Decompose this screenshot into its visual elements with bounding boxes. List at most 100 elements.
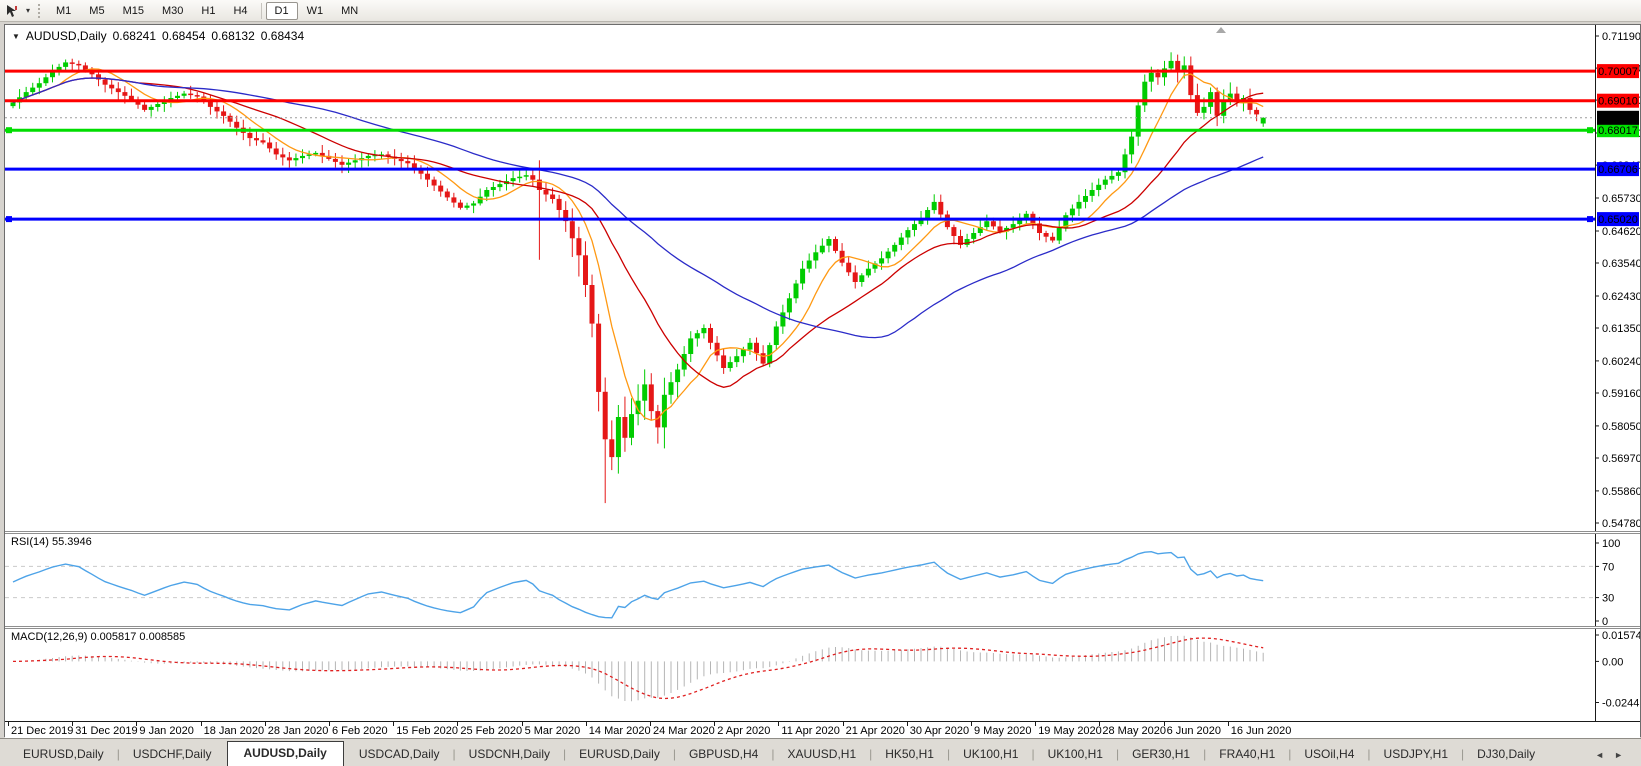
timeframe-button-m30[interactable]: M30 xyxy=(153,2,192,20)
chart-tab-bar: EURUSD,Daily | USDCHF,Daily AUDUSD,Daily USD… xyxy=(0,738,1641,766)
macd-tick-label: 0.015741 xyxy=(1602,630,1640,642)
crosshair-tool-button[interactable] xyxy=(2,2,22,20)
tab-usdcnh-daily[interactable]: USDCNH,Daily xyxy=(456,743,563,766)
chart-cursor-icon xyxy=(7,4,17,17)
timeframe-button-w1[interactable]: W1 xyxy=(298,2,333,20)
tab-scroll-arrows: ◄► xyxy=(1595,750,1633,760)
price-label-text: 0.70007 xyxy=(1598,66,1638,78)
time-axis-tick xyxy=(585,722,587,726)
time-axis-tick xyxy=(393,722,395,726)
tool-dropdown-caret-icon[interactable]: ▾ xyxy=(22,6,34,15)
time-axis-tick xyxy=(1035,722,1037,726)
toolbar-grip-handle[interactable] xyxy=(38,3,40,18)
time-axis-tick xyxy=(1163,722,1165,726)
line-handle[interactable] xyxy=(6,127,12,134)
price-tick-label: 0.56970 xyxy=(1602,453,1640,465)
line-handle[interactable] xyxy=(1587,216,1593,223)
top-toolbar: ▾ M1 M5 M15 M30 H1 H4 D1 W1 MN xyxy=(0,0,1641,22)
tab-usdchf-daily[interactable]: USDCHF,Daily xyxy=(120,743,225,766)
price-tick-label: 0.60240 xyxy=(1602,356,1640,368)
chart-title: ▼ AUDUSD,Daily 0.68241 0.68454 0.68132 0… xyxy=(12,29,310,43)
rsi-tick-label: 30 xyxy=(1602,593,1614,605)
ohlc-close-value: 0.68434 xyxy=(260,29,305,43)
timeframe-button-m15[interactable]: M15 xyxy=(114,2,153,20)
macd-indicator-panel[interactable]: 0.015741 0.00 -0.024412 MACD(12,26,9) 0.00… xyxy=(5,629,1640,721)
time-axis-label: 25 Feb 2020 xyxy=(460,725,523,737)
timeframe-button-m5[interactable]: M5 xyxy=(80,2,113,20)
time-axis-label: 21 Dec 2019 xyxy=(11,725,74,737)
macd-tick-label: 0.00 xyxy=(1602,656,1623,668)
timeframe-button-d1[interactable]: D1 xyxy=(265,1,298,20)
price-tick-label: 0.65730 xyxy=(1602,193,1640,205)
chart-collapse-icon[interactable]: ▼ xyxy=(12,32,20,41)
price-tick-label: 0.64620 xyxy=(1602,226,1640,238)
tab-usoil-h4[interactable]: USOil,H4 xyxy=(1291,743,1367,766)
time-axis-label: 14 Mar 2020 xyxy=(588,725,651,737)
time-axis-tick xyxy=(906,722,908,726)
ma-fast-line xyxy=(12,68,1264,421)
rsi-label: RSI(14) 55.3946 xyxy=(11,536,92,548)
price-tick-label: 0.58050 xyxy=(1602,421,1640,433)
macd-canvas[interactable]: 0.015741 0.00 -0.024412 xyxy=(5,629,1640,721)
price-label-text: 0.65020 xyxy=(1598,214,1638,226)
time-axis-label: 18 Jan 2020 xyxy=(203,725,265,737)
price-tick-label: 0.71190 xyxy=(1602,31,1640,43)
tab-xauusd-h1[interactable]: XAUUSD,H1 xyxy=(774,743,869,766)
time-axis-label: 6 Jun 2020 xyxy=(1166,725,1222,737)
price-tick-label: 0.63540 xyxy=(1602,258,1640,270)
time-axis-tick xyxy=(521,722,523,726)
macd-label: MACD(12,26,9) 0.005817 0.008585 xyxy=(11,631,186,643)
time-axis-label: 2 Apr 2020 xyxy=(717,725,771,737)
chart-shift-marker-icon[interactable] xyxy=(1216,27,1226,33)
symbol-timeframe-label: AUDUSD,Daily xyxy=(25,29,107,43)
price-label-text: 0.68017 xyxy=(1598,125,1638,137)
time-axis-tick xyxy=(457,722,459,726)
price-label-text: 0.68434 xyxy=(1598,113,1638,125)
timeframe-button-h4[interactable]: H4 xyxy=(224,2,256,20)
tabs-scroll-left-icon[interactable]: ◄ xyxy=(1595,750,1614,760)
rsi-indicator-panel[interactable]: 100 70 30 0 RSI(14) 55.3946 xyxy=(5,534,1640,626)
time-axis-label: 9 May 2020 xyxy=(974,725,1032,737)
tab-usdcad-daily[interactable]: USDCAD,Daily xyxy=(346,743,453,766)
line-handle[interactable] xyxy=(1587,127,1593,134)
time-axis-label: 28 May 2020 xyxy=(1102,725,1166,737)
timeframe-button-mn[interactable]: MN xyxy=(332,2,367,20)
tab-fra40-h1[interactable]: FRA40,H1 xyxy=(1206,743,1288,766)
timeframe-button-group: M1 M5 M15 M30 H1 H4 D1 W1 MN xyxy=(47,1,367,20)
time-axis-tick xyxy=(842,722,844,726)
tab-ger30-h1[interactable]: GER30,H1 xyxy=(1119,743,1203,766)
price-tick-label: 0.55860 xyxy=(1602,486,1640,498)
time-axis-tick xyxy=(200,722,202,726)
price-tick-label: 0.54780 xyxy=(1602,518,1640,530)
tab-dj30-daily[interactable]: DJ30,Daily xyxy=(1464,743,1548,766)
tab-audusd-daily[interactable]: AUDUSD,Daily xyxy=(226,741,344,766)
tab-eurusd-daily[interactable]: EURUSD,Daily xyxy=(10,743,117,766)
ma-slow-line xyxy=(12,77,1264,339)
time-axis-label: 24 Mar 2020 xyxy=(653,725,715,737)
tab-usdjpy-h1[interactable]: USDJPY,H1 xyxy=(1371,743,1461,766)
time-axis[interactable]: 21 Dec 2019 31 Dec 2019 9 Jan 2020 18 Jan 2… xyxy=(5,721,1640,739)
tab-gbpusd-h4[interactable]: GBPUSD,H4 xyxy=(676,743,771,766)
tabs-scroll-right-icon[interactable]: ► xyxy=(1614,750,1633,760)
tab-eurusd-daily[interactable]: EURUSD,Daily xyxy=(566,743,673,766)
tab-uk100-h1[interactable]: UK100,H1 xyxy=(1035,743,1116,766)
ohlc-low-value: 0.68132 xyxy=(211,29,255,43)
timeframe-button-m1[interactable]: M1 xyxy=(47,2,80,20)
time-axis-label: 9 Jan 2020 xyxy=(139,725,194,737)
price-chart-panel[interactable]: 0.711900.701100.690300.679200.668400.657… xyxy=(5,25,1640,531)
time-axis-label: 5 Mar 2020 xyxy=(524,725,581,737)
rsi-canvas[interactable]: 100 70 30 0 xyxy=(5,534,1640,626)
tab-hk50-h1[interactable]: HK50,H1 xyxy=(872,743,947,766)
line-handle[interactable] xyxy=(6,216,12,223)
time-axis-label: 15 Feb 2020 xyxy=(396,725,458,737)
time-axis-label: 19 May 2020 xyxy=(1038,725,1102,737)
time-axis-tick xyxy=(72,722,74,726)
price-chart-canvas[interactable]: 0.711900.701100.690300.679200.668400.657… xyxy=(5,25,1640,531)
timeframe-button-h1[interactable]: H1 xyxy=(192,2,224,20)
tab-uk100-h1[interactable]: UK100,H1 xyxy=(950,743,1031,766)
time-axis-label: 6 Feb 2020 xyxy=(332,725,388,737)
ohlc-open-value: 0.68241 xyxy=(112,29,156,43)
time-axis-label: 31 Dec 2019 xyxy=(75,725,138,737)
time-axis-tick xyxy=(136,722,138,726)
time-axis-label: 28 Jan 2020 xyxy=(267,725,329,737)
